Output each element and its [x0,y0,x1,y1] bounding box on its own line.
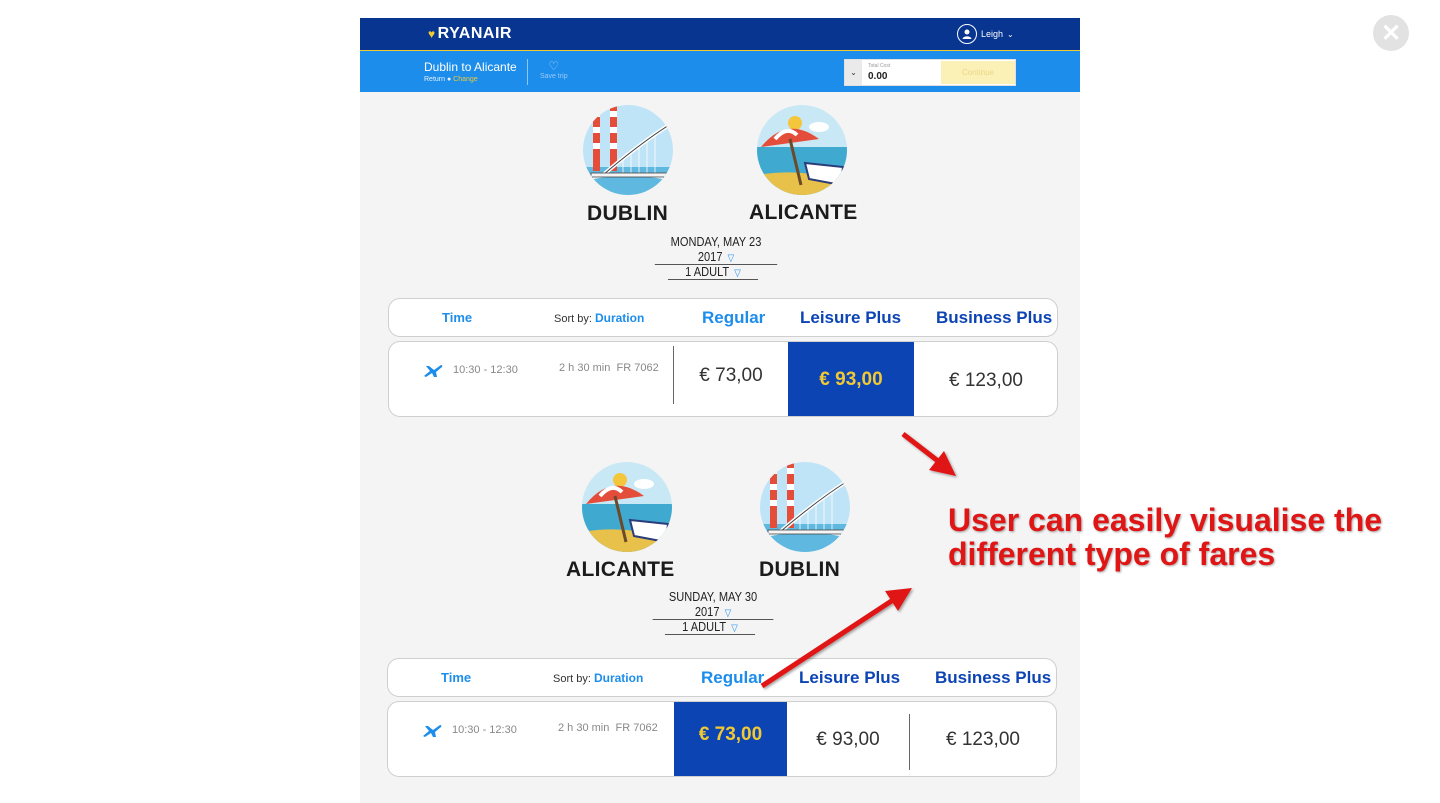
flight-row[interactable]: 10:30 - 12:30 2 h 30 min FR 7062 € 73,00… [388,341,1058,417]
booking-page: ♥ RYANAIR Leigh ⌄ Dublin to Alicante Retu… [360,18,1080,803]
destination-city: ALICANTE [749,201,858,224]
business-plus-fare[interactable]: € 123,00 [910,702,1056,776]
dropdown-triangle-icon: ▽ [724,608,732,619]
user-menu[interactable]: Leigh ⌄ [957,24,1014,44]
alicante-illustration [757,105,847,195]
continue-button[interactable]: Continue [941,61,1015,84]
time-column-header[interactable]: Time [442,310,472,325]
route-summary: Dublin to Alicante Return ● Change [424,60,517,83]
alicante-illustration [582,462,672,552]
regular-fare[interactable]: € 73,00 [674,342,788,410]
harp-icon: ♥ [428,27,436,41]
sort-value: Duration [593,671,644,685]
leisure-plus-column-header: Leisure Plus [799,668,901,687]
route-meta: Return ● Change [424,76,478,83]
date-selector[interactable]: MONDAY, MAY 23 2017 ▽ [654,234,778,265]
chevron-down-icon: ⌄ [1007,29,1014,39]
route-title: Dublin to Alicante [424,60,517,74]
leisure-plus-fare-selected[interactable]: € 93,00 [788,342,914,416]
dublin-illustration [760,462,850,552]
annotation-text: User can easily visualise the different … [948,502,1383,572]
leisure-plus-column-header: Leisure Plus [800,308,902,327]
sort-control[interactable]: Sort by: Duration [554,311,644,325]
flight-duration: 2 h 30 min FR 7062 [559,362,659,374]
close-button[interactable]: ✕ [1373,15,1409,51]
dublin-illustration [583,105,673,195]
leisure-plus-fare[interactable]: € 93,00 [787,702,909,776]
sort-control[interactable]: Sort by: Duration [553,671,643,685]
flight-row[interactable]: 10:30 - 12:30 2 h 30 min FR 7062 € 73,00… [387,701,1057,777]
flight-times: 10:30 - 12:30 [452,724,517,736]
business-plus-column-header: Business Plus [935,668,1052,687]
passenger-selector[interactable]: 1 ADULT ▽ [664,619,756,635]
ryanair-logo[interactable]: ♥ RYANAIR [428,25,512,43]
plane-icon [423,725,442,737]
top-nav: ♥ RYANAIR Leigh ⌄ [360,18,1080,51]
destination-city: DUBLIN [759,558,841,581]
origin-city: DUBLIN [587,202,669,225]
save-trip-button[interactable]: ♡ Save trip [540,59,568,80]
total-cost-box: ⌄ Total Cost 0.00 Continue [844,59,1016,86]
business-plus-column-header: Business Plus [936,308,1053,327]
change-link[interactable]: Change [453,76,478,83]
sort-value: Duration [594,311,645,325]
divider [527,59,528,85]
dropdown-triangle-icon: ▽ [731,623,738,634]
regular-column-header: Regular [702,308,766,327]
fare-table-header: Time Sort by: Duration Regular Leisure P… [388,298,1058,337]
fare-table-header: Time Sort by: Duration Regular Leisure P… [387,658,1057,697]
plane-icon [424,365,443,377]
user-name: Leigh [981,29,1004,39]
business-plus-fare[interactable]: € 123,00 [914,342,1057,416]
close-icon: ✕ [1380,19,1402,47]
flight-times: 10:30 - 12:30 [453,364,518,376]
chevron-down-icon: ⌄ [850,68,857,77]
dropdown-triangle-icon: ▽ [734,268,741,279]
total-cost-label: Total Cost [868,63,891,69]
regular-column-header: Regular [701,668,765,687]
regular-fare-selected[interactable]: € 73,00 [674,702,787,776]
user-avatar-icon [957,24,977,44]
dropdown-triangle-icon: ▽ [727,253,735,264]
heart-icon: ♡ [548,59,560,73]
trip-summary-bar: Dublin to Alicante Return ● Change ♡ Sav… [360,51,1080,92]
time-column-header[interactable]: Time [441,670,471,685]
flight-duration: 2 h 30 min FR 7062 [558,722,658,734]
origin-city: ALICANTE [566,558,675,581]
cost-dropdown-toggle[interactable]: ⌄ [845,60,862,85]
passenger-selector[interactable]: 1 ADULT ▽ [667,264,759,280]
total-cost-value: 0.00 [868,71,888,82]
date-selector[interactable]: SUNDAY, MAY 30 2017 ▽ [652,589,774,620]
